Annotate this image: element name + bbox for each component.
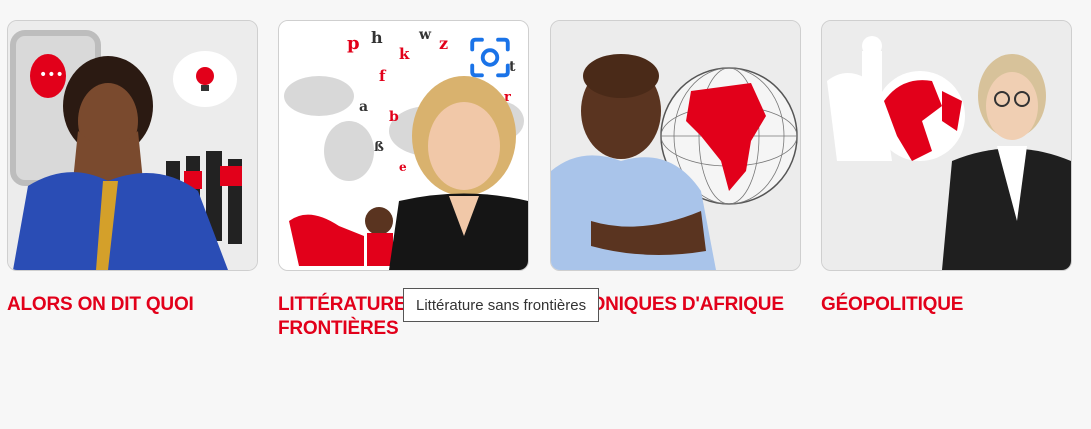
card-title[interactable]: ALORS ON DIT QUOI [7,293,258,317]
program-thumbnail[interactable]: p h k w z f a b ß e t r [278,20,529,271]
svg-text:h: h [371,28,383,47]
title-tooltip: Littérature sans frontières [403,288,600,322]
program-thumbnail[interactable] [550,20,801,271]
program-card-geopolitique[interactable]: GÉOPOLITIQUE [821,20,1072,317]
svg-text:k: k [399,45,410,63]
thumbnail-illustration [822,21,1071,270]
thumbnail-illustration [551,21,800,270]
program-card-alors-on-dit-quoi[interactable]: ••• ALORS ON DIT QUOI [7,20,258,317]
program-thumbnail[interactable] [821,20,1072,271]
card-title[interactable]: GÉOPOLITIQUE [821,293,1072,317]
svg-text:ß: ß [374,140,384,155]
thumbnail-illustration: ••• [8,21,257,270]
visual-search-icon [470,37,510,77]
svg-text:z: z [439,34,448,53]
svg-text:•••: ••• [39,67,64,83]
svg-text:p: p [347,33,360,54]
svg-text:w: w [418,27,432,43]
visual-search-button[interactable] [469,36,511,78]
program-card-chroniques-d-afrique[interactable]: CHRONIQUES D'AFRIQUE [550,20,801,317]
svg-text:b: b [389,109,399,125]
svg-text:e: e [399,160,407,174]
svg-text:a: a [359,99,368,115]
program-thumbnail[interactable]: ••• [7,20,258,271]
